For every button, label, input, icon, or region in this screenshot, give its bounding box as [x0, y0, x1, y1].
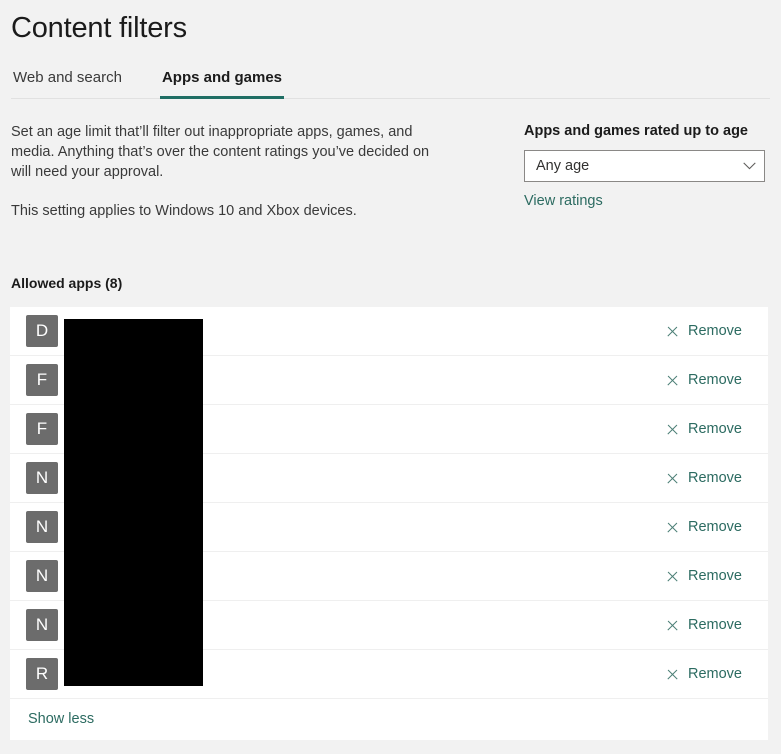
- table-row[interactable]: R Remove: [10, 650, 768, 699]
- remove-button-label: Remove: [688, 666, 742, 682]
- table-row[interactable]: F Remove: [10, 356, 768, 405]
- show-less-row: Show less: [10, 699, 768, 739]
- avatar: N: [26, 462, 58, 494]
- age-filter-selected-value: Any age: [536, 158, 590, 174]
- age-filter-dropdown[interactable]: Any age: [524, 150, 765, 182]
- intro-paragraph-2: This setting applies to Windows 10 and X…: [11, 203, 357, 219]
- remove-button-label: Remove: [688, 568, 742, 584]
- tab-web-and-search[interactable]: Web and search: [11, 68, 124, 98]
- remove-button-label: Remove: [688, 323, 742, 339]
- avatar: N: [26, 609, 58, 641]
- remove-button-label: Remove: [688, 519, 742, 535]
- intro-column: Set an age limit that’ll filter out inap…: [11, 122, 451, 221]
- intro-paragraph-1: Set an age limit that’ll filter out inap…: [11, 124, 430, 180]
- close-x-icon: [666, 668, 679, 681]
- avatar: N: [26, 511, 58, 543]
- view-ratings-link[interactable]: View ratings: [524, 193, 603, 209]
- remove-button[interactable]: Remove: [660, 420, 768, 438]
- table-row[interactable]: N Remove: [10, 552, 768, 601]
- table-row[interactable]: N Remove: [10, 454, 768, 503]
- remove-button[interactable]: Remove: [660, 567, 768, 585]
- table-row[interactable]: F Remove: [10, 405, 768, 454]
- avatar: D: [26, 315, 58, 347]
- avatar: N: [26, 560, 58, 592]
- close-x-icon: [666, 423, 679, 436]
- close-x-icon: [666, 570, 679, 583]
- table-row[interactable]: N Remove: [10, 503, 768, 552]
- close-x-icon: [666, 619, 679, 632]
- close-x-icon: [666, 472, 679, 485]
- avatar: F: [26, 413, 58, 445]
- tab-apps-and-games[interactable]: Apps and games: [159, 68, 285, 99]
- remove-button[interactable]: Remove: [660, 469, 768, 487]
- close-x-icon: [666, 325, 679, 338]
- remove-button[interactable]: Remove: [660, 518, 768, 536]
- table-row[interactable]: N Remove: [10, 601, 768, 650]
- allowed-apps-list: D Remove F Remove F Remove N Remove N Re…: [10, 307, 768, 740]
- remove-button-label: Remove: [688, 470, 742, 486]
- remove-button[interactable]: Remove: [660, 371, 768, 389]
- settings-area: Set an age limit that’ll filter out inap…: [0, 99, 781, 221]
- chevron-down-icon: [734, 162, 764, 170]
- remove-button-label: Remove: [688, 617, 742, 633]
- avatar: F: [26, 364, 58, 396]
- allowed-apps-heading: Allowed apps (8): [11, 275, 123, 291]
- close-x-icon: [666, 374, 679, 387]
- age-filter-column: Apps and games rated up to age Any age V…: [451, 122, 770, 210]
- remove-button[interactable]: Remove: [660, 665, 768, 683]
- avatar: R: [26, 658, 58, 690]
- remove-button-label: Remove: [688, 372, 742, 388]
- tabstrip: Web and search Apps and games: [11, 62, 770, 99]
- show-less-link[interactable]: Show less: [28, 711, 94, 727]
- remove-button-label: Remove: [688, 421, 742, 437]
- remove-button[interactable]: Remove: [660, 322, 768, 340]
- table-row[interactable]: D Remove: [10, 307, 768, 356]
- age-filter-label: Apps and games rated up to age: [524, 123, 748, 139]
- close-x-icon: [666, 521, 679, 534]
- page-title: Content filters: [11, 12, 187, 44]
- remove-button[interactable]: Remove: [660, 616, 768, 634]
